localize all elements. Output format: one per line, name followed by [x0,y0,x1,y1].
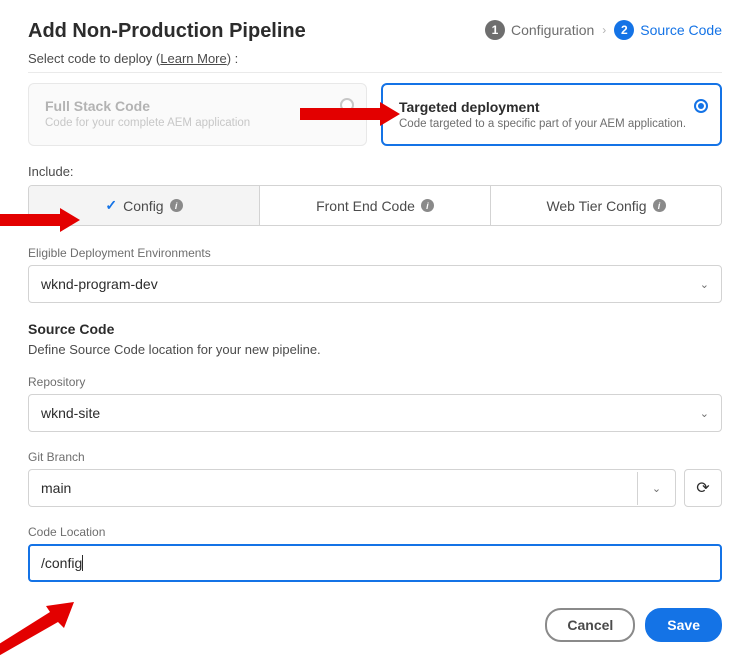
chevron-right-icon: › [602,23,606,37]
repo-label: Repository [28,375,722,389]
refresh-icon: ⟳ [696,478,709,498]
tab-frontend-label: Front End Code [316,198,415,214]
chevron-down-icon: ⌄ [652,482,661,495]
card-targeted-sub: Code targeted to a specific part of your… [399,118,704,130]
chevron-down-icon: ⌄ [700,278,709,291]
cancel-button[interactable]: Cancel [545,608,635,642]
step-source-code: 2 Source Code [614,20,722,40]
env-value: wknd-program-dev [41,276,158,292]
save-button[interactable]: Save [645,608,722,642]
tab-web-tier-config[interactable]: Web Tier Config i [491,186,721,225]
include-tabs: ✓ Config i Front End Code i Web Tier Con… [28,185,722,226]
step-num-2: 2 [614,20,634,40]
info-icon[interactable]: i [653,199,666,212]
repo-select[interactable]: wknd-site ⌄ [28,394,722,432]
check-icon: ✓ [105,197,117,214]
radio-full-stack[interactable] [340,98,354,112]
learn-more-link[interactable]: Learn More [160,51,226,66]
step-label-1: Configuration [511,22,594,38]
radio-targeted[interactable] [694,99,708,113]
tab-webtier-label: Web Tier Config [546,198,646,214]
step-num-1: 1 [485,20,505,40]
env-select[interactable]: wknd-program-dev ⌄ [28,265,722,303]
step-indicator: 1 Configuration › 2 Source Code [485,20,722,40]
refresh-button[interactable]: ⟳ [684,469,722,507]
branch-label: Git Branch [28,450,722,464]
info-icon[interactable]: i [421,199,434,212]
step-configuration: 1 Configuration [485,20,594,40]
subheader: Select code to deploy (Learn More) : [28,51,722,73]
step-label-2: Source Code [640,22,722,38]
card-targeted-title: Targeted deployment [399,99,704,115]
chevron-down-icon: ⌄ [700,407,709,420]
tab-front-end-code[interactable]: Front End Code i [260,186,491,225]
repo-value: wknd-site [41,405,100,421]
card-targeted-deployment[interactable]: Targeted deployment Code targeted to a s… [381,83,722,146]
location-label: Code Location [28,525,722,539]
code-location-input[interactable]: /config [28,544,722,582]
location-value: /config [41,555,83,571]
page-title: Add Non-Production Pipeline [28,20,306,43]
branch-select[interactable]: main ⌄ [28,469,676,507]
tab-config[interactable]: ✓ Config i [29,186,260,225]
tab-config-label: Config [123,198,163,214]
source-code-desc: Define Source Code location for your new… [28,342,722,357]
include-label: Include: [28,164,722,179]
card-full-stack-title: Full Stack Code [45,98,350,114]
card-full-stack-sub: Code for your complete AEM application [45,117,350,129]
env-label: Eligible Deployment Environments [28,246,722,260]
card-full-stack-code[interactable]: Full Stack Code Code for your complete A… [28,83,367,146]
source-code-title: Source Code [28,321,722,337]
branch-value: main [41,480,71,496]
info-icon[interactable]: i [170,199,183,212]
